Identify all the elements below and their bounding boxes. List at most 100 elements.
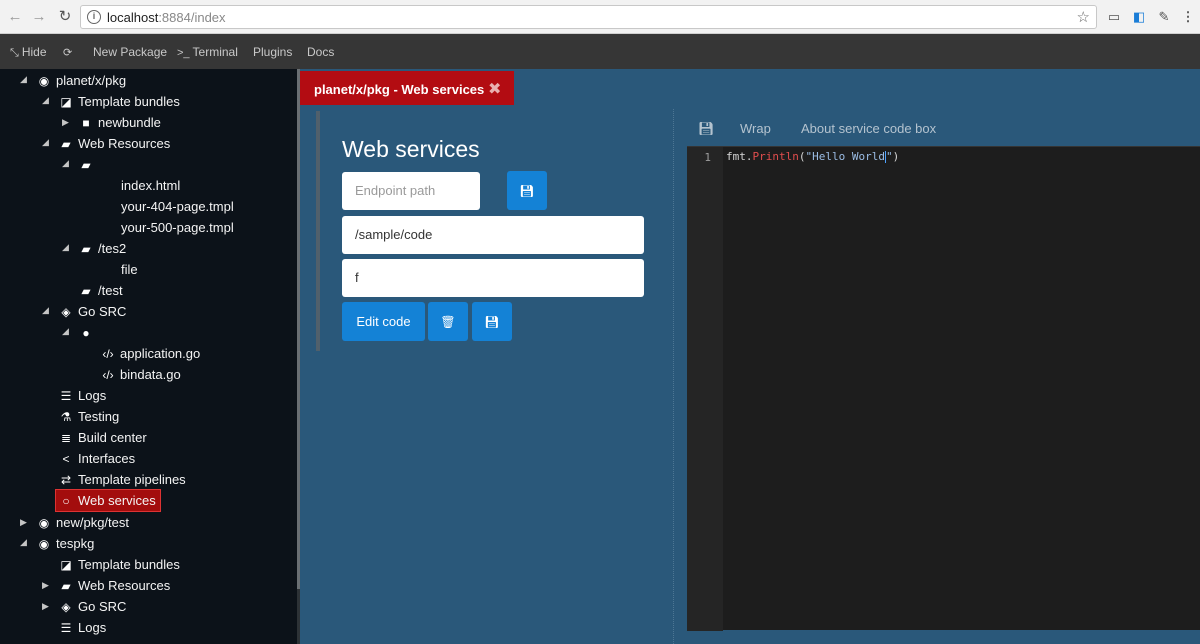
tab-strip: planet/x/pkg - Web services ✖ bbox=[300, 69, 1200, 105]
editor-gutter: 1 bbox=[687, 147, 723, 631]
app-toolbar: ⤡ Hide ⟳ New Package >_ Terminal Plugins D… bbox=[0, 34, 1200, 69]
tree-collapsed-arrow-icon[interactable]: ▶ bbox=[62, 112, 69, 133]
edit-code-button[interactable]: Edit code bbox=[342, 302, 425, 341]
tree-item-go-src[interactable]: ◈ Go SRC bbox=[59, 596, 126, 617]
save-button[interactable]: 💾︎ bbox=[472, 302, 512, 341]
wrap-button[interactable]: Wrap bbox=[740, 121, 771, 136]
forward-arrow-icon[interactable]: → bbox=[30, 8, 48, 26]
folder-icon: ▰ bbox=[81, 284, 91, 298]
tree-item-label: newbundle bbox=[98, 115, 161, 130]
code-editor[interactable]: 1 fmt.Println("Hello World") bbox=[687, 146, 1200, 631]
tree-item-interfaces[interactable]: < Interfaces bbox=[59, 448, 135, 469]
folder-icon: ▰ bbox=[81, 158, 91, 172]
tab-web-services[interactable]: planet/x/pkg - Web services ✖ bbox=[300, 71, 514, 105]
tree-item-web-services[interactable]: ○ Web services bbox=[55, 489, 161, 512]
info-icon[interactable]: i bbox=[87, 10, 101, 24]
cast-icon[interactable]: ▭ bbox=[1106, 9, 1122, 25]
docs-button[interactable]: Docs bbox=[307, 45, 334, 59]
service-method-field[interactable]: f bbox=[342, 259, 644, 297]
editor-save-button[interactable]: 💾︎ bbox=[698, 121, 715, 137]
code-line[interactable]: fmt.Println("Hello World") bbox=[726, 150, 899, 163]
back-arrow-icon[interactable]: ← bbox=[6, 8, 24, 26]
tree-item-build-center[interactable]: ≣ Build center bbox=[59, 427, 147, 448]
tree-item-planet-pkg[interactable]: ◉ planet/x/pkg bbox=[37, 70, 126, 91]
reload-icon[interactable]: ↻ bbox=[56, 8, 74, 26]
code-string-end: " bbox=[885, 150, 893, 163]
tree-item-label: Interfaces bbox=[78, 451, 136, 466]
folder-icon: ▰ bbox=[81, 242, 91, 256]
tree-item-label: Template bundles bbox=[78, 94, 180, 109]
tree-item-label: your-404-page.tmpl bbox=[121, 199, 234, 214]
tree-expanded-arrow-icon[interactable]: ◢ bbox=[62, 321, 69, 342]
tree-item-template-bundles[interactable]: ◪ Template bundles bbox=[59, 91, 180, 112]
tree-item-tespkg[interactable]: ◉ tespkg bbox=[37, 533, 95, 554]
code-close-paren: ) bbox=[892, 150, 900, 163]
menu-dots-icon[interactable]: ⋮ bbox=[1180, 9, 1196, 25]
tree-expanded-arrow-icon[interactable]: ◢ bbox=[20, 532, 27, 553]
tree-collapsed-arrow-icon[interactable]: ▶ bbox=[20, 512, 27, 533]
tree-item-template-pipelines[interactable]: ⇄ Template pipelines bbox=[59, 469, 186, 490]
tree-expanded-arrow-icon[interactable]: ◢ bbox=[42, 90, 49, 111]
circle-icon: ● bbox=[82, 326, 90, 340]
url-host: localhost bbox=[107, 10, 159, 25]
tree-item-label: Template bundles bbox=[78, 557, 180, 572]
extension-edit-icon[interactable]: ✎ bbox=[1156, 9, 1172, 25]
close-icon[interactable]: ✖ bbox=[488, 79, 501, 99]
terminal-button[interactable]: >_ Terminal bbox=[177, 45, 238, 59]
tree-item-label: Go SRC bbox=[78, 599, 127, 614]
tree-item-go-package[interactable]: ● bbox=[79, 322, 98, 343]
tree-expanded-arrow-icon[interactable]: ◢ bbox=[42, 132, 49, 153]
tree-item-logs[interactable]: ☰ Logs bbox=[59, 617, 107, 638]
tree-expanded-arrow-icon[interactable]: ◢ bbox=[62, 153, 69, 174]
tree-item-label: Logs bbox=[78, 620, 107, 635]
refresh-button[interactable]: ⟳ bbox=[63, 45, 75, 59]
cube-icon: ◈ bbox=[61, 600, 71, 614]
service-path-field[interactable]: /sample/code bbox=[342, 216, 644, 254]
tree-item-web-resources[interactable]: ▰ Web Resources bbox=[59, 133, 170, 154]
url-text[interactable]: localhost:8884/index bbox=[107, 10, 226, 25]
tree-item-new-pkg-test[interactable]: ◉ new/pkg/test bbox=[37, 512, 129, 533]
tree-item-404-page[interactable]: your-404-page.tmpl bbox=[121, 196, 234, 217]
page-title: Web services bbox=[342, 136, 480, 162]
circle-notch-icon: ○ bbox=[62, 494, 70, 508]
trash-icon: 🗑︎ bbox=[440, 315, 456, 329]
tree-expanded-arrow-icon[interactable]: ◢ bbox=[42, 300, 49, 321]
tree-item-label: Web Resources bbox=[78, 578, 171, 593]
cube-icon: ◈ bbox=[61, 305, 71, 319]
hide-button[interactable]: ⤡ Hide bbox=[10, 45, 47, 60]
tree-item-go-src[interactable]: ◈ Go SRC bbox=[59, 301, 126, 322]
web-services-panel: Web services Endpoint path 💾︎ /sample/co… bbox=[316, 111, 672, 351]
tree-collapsed-arrow-icon[interactable]: ▶ bbox=[42, 596, 49, 617]
extension-icon[interactable]: ◧ bbox=[1131, 9, 1147, 25]
panel-divider bbox=[673, 109, 674, 644]
tree-collapsed-arrow-icon[interactable]: ▶ bbox=[42, 575, 49, 596]
tree-item-bindata-go[interactable]: ‹/› bindata.go bbox=[101, 364, 180, 385]
tree-item-label: tespkg bbox=[56, 536, 95, 551]
about-code-box-button[interactable]: About service code box bbox=[801, 121, 936, 136]
tree-item-template-bundles[interactable]: ◪ Template bundles bbox=[59, 554, 180, 575]
tree-item-index-html[interactable]: index.html bbox=[121, 175, 180, 196]
address-bar[interactable]: i localhost:8884/index ☆ bbox=[80, 5, 1097, 29]
tree-item-label: Testing bbox=[78, 409, 120, 424]
line-number: 1 bbox=[704, 151, 711, 164]
new-package-button[interactable]: New Package bbox=[93, 45, 167, 59]
tree-item-logs[interactable]: ☰ Logs bbox=[59, 385, 107, 406]
save-endpoint-button[interactable]: 💾︎ bbox=[507, 171, 547, 210]
delete-button[interactable]: 🗑︎ bbox=[428, 302, 468, 341]
bookmark-star-icon[interactable]: ☆ bbox=[1077, 8, 1090, 26]
endpoint-path-input[interactable]: Endpoint path bbox=[342, 172, 480, 210]
tree-item-testing[interactable]: ⚗ Testing bbox=[59, 406, 120, 427]
tree-item-application-go[interactable]: ‹/› application.go bbox=[101, 343, 200, 364]
tree-item-test[interactable]: ▰ /test bbox=[79, 280, 122, 301]
tree-item-web-resources[interactable]: ▰ Web Resources bbox=[59, 575, 170, 596]
floppy-disk-icon: 💾︎ bbox=[698, 121, 715, 136]
globe-icon: ◉ bbox=[38, 74, 50, 88]
tree-item-root-folder[interactable]: ▰ bbox=[79, 154, 98, 175]
tree-item-newbundle[interactable]: ■ newbundle bbox=[79, 112, 161, 133]
tree-item-500-page[interactable]: your-500-page.tmpl bbox=[121, 217, 234, 238]
tree-item-tes2[interactable]: ▰ /tes2 bbox=[79, 238, 126, 259]
tree-expanded-arrow-icon[interactable]: ◢ bbox=[20, 69, 27, 90]
tree-expanded-arrow-icon[interactable]: ◢ bbox=[62, 237, 69, 258]
tree-item-file[interactable]: file bbox=[121, 259, 138, 280]
plugins-button[interactable]: Plugins bbox=[253, 45, 292, 59]
